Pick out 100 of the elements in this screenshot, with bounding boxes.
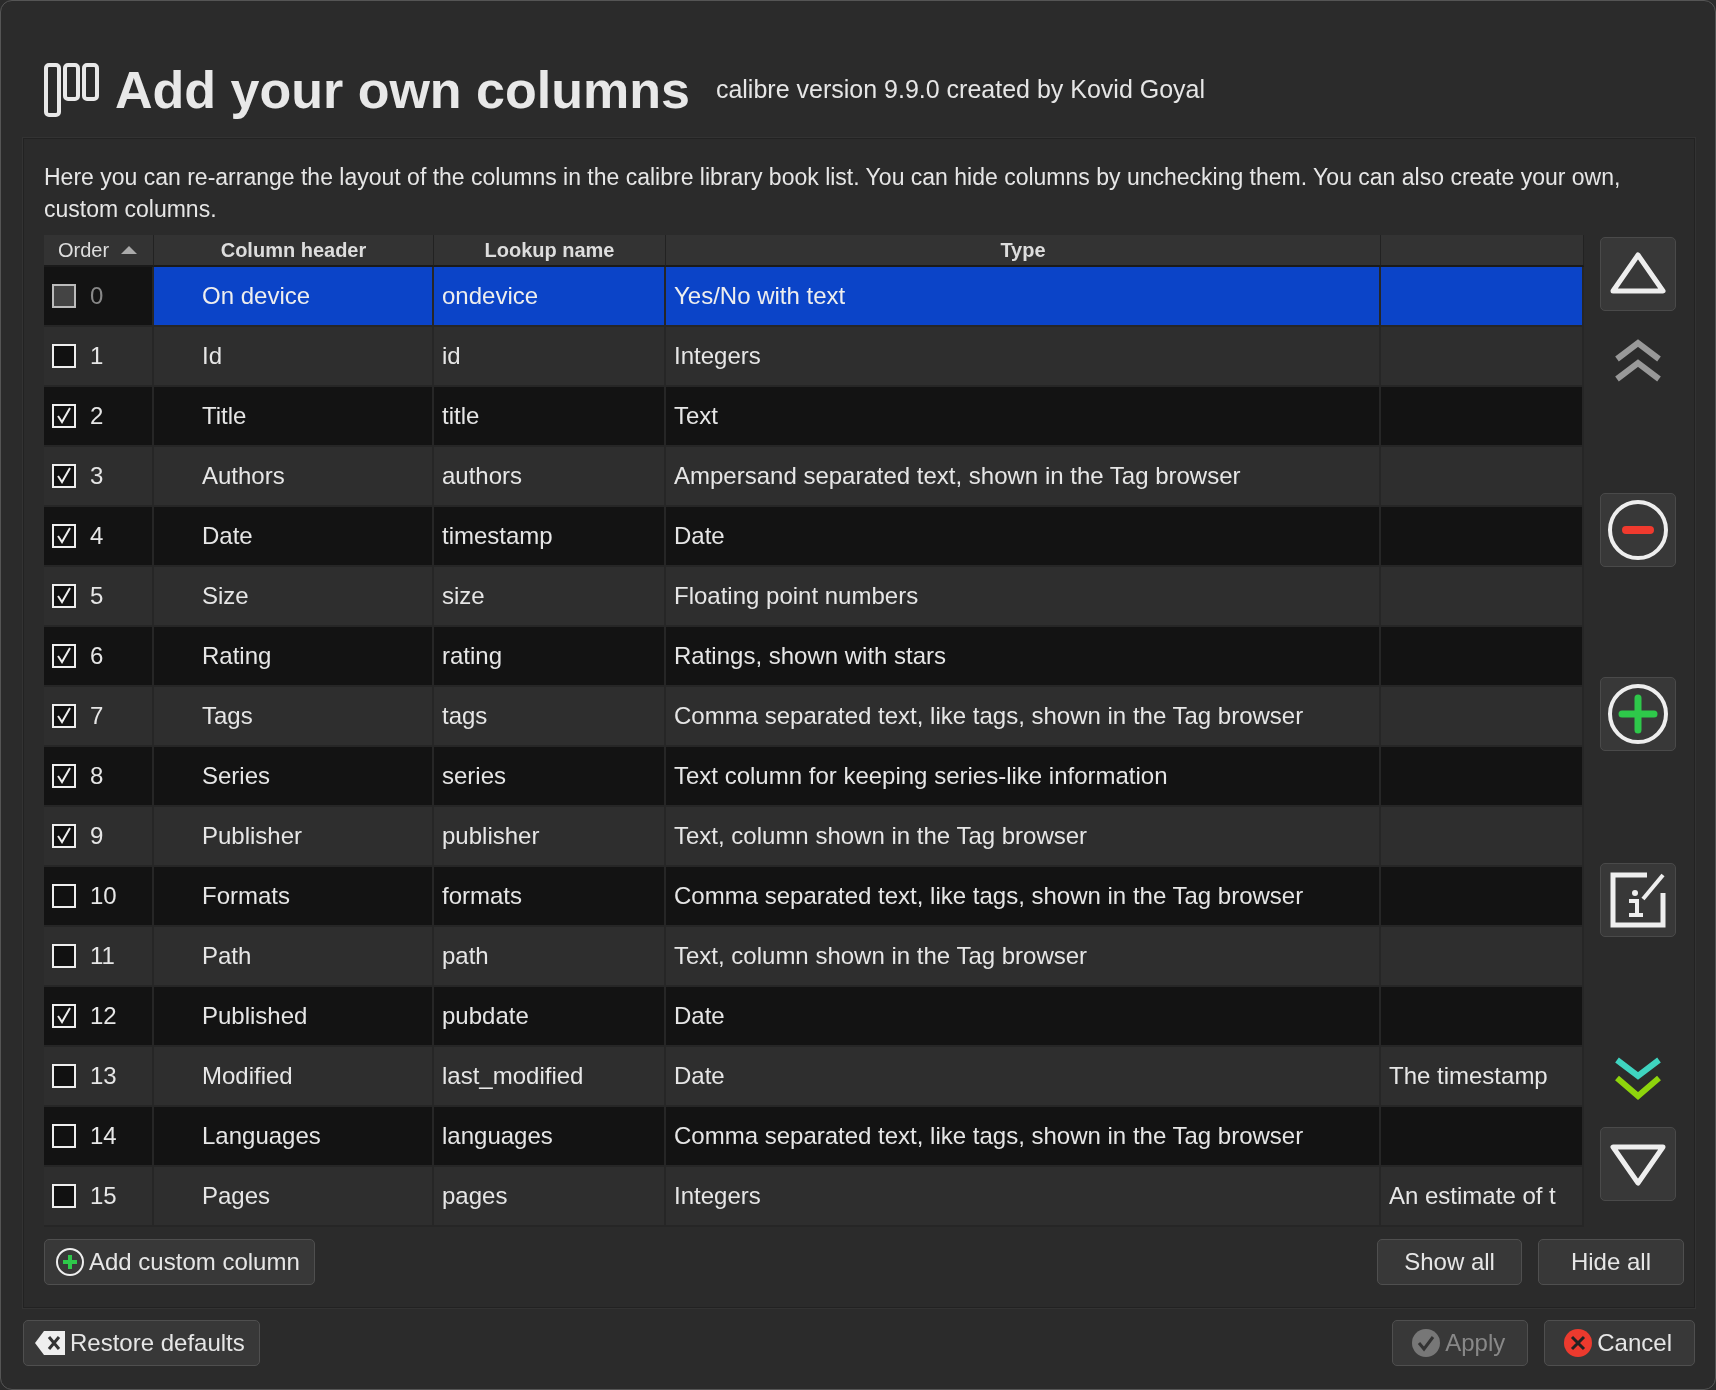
table-cell: Integers xyxy=(666,327,1381,387)
plus-icon xyxy=(55,1247,85,1277)
order-number: 10 xyxy=(90,881,117,911)
checkbox[interactable] xyxy=(52,1004,76,1028)
column-header[interactable]: Column header xyxy=(154,235,434,267)
order-number: 1 xyxy=(90,341,104,371)
table-cell: Publisher xyxy=(154,807,434,867)
table-cell: series xyxy=(434,747,666,807)
table-cell: The timestamp xyxy=(1381,1047,1584,1107)
table-cell: Modified xyxy=(154,1047,434,1107)
column-header[interactable]: Lookup name xyxy=(434,235,666,267)
checkbox[interactable] xyxy=(52,1064,76,1088)
remove-button[interactable] xyxy=(1600,493,1676,567)
table-cell: Text, column shown in the Tag browser xyxy=(666,927,1381,987)
table-cell: languages xyxy=(434,1107,666,1167)
order-number: 11 xyxy=(90,941,115,971)
show-all-button[interactable]: Show all xyxy=(1377,1239,1522,1285)
table-cell: ondevice xyxy=(434,267,666,327)
checkbox[interactable] xyxy=(52,404,76,428)
checkbox[interactable] xyxy=(52,1184,76,1208)
table-cell: title xyxy=(434,387,666,447)
order-number: 12 xyxy=(90,1001,117,1031)
add-button[interactable] xyxy=(1600,677,1676,751)
order-number: 14 xyxy=(90,1121,117,1151)
table-cell: formats xyxy=(434,867,666,927)
columns-icon xyxy=(43,61,101,118)
table-cell: Title xyxy=(154,387,434,447)
table-cell: On device xyxy=(154,267,434,327)
move-down-button[interactable] xyxy=(1600,1127,1676,1201)
table-cell: size xyxy=(434,567,666,627)
order-number: 8 xyxy=(90,761,104,791)
table-cell: Authors xyxy=(154,447,434,507)
checkbox[interactable] xyxy=(52,464,76,488)
table-cell: Date xyxy=(154,507,434,567)
table-cell: rating xyxy=(434,627,666,687)
checkbox[interactable] xyxy=(52,704,76,728)
check-icon xyxy=(1411,1328,1442,1358)
table-cell: Path xyxy=(154,927,434,987)
restore-defaults-button[interactable]: Restore defaults xyxy=(23,1320,260,1366)
table-cell: Languages xyxy=(154,1107,434,1167)
table-cell: pubdate xyxy=(434,987,666,1047)
checkbox[interactable] xyxy=(52,824,76,848)
table-cell: Integers xyxy=(666,1167,1381,1227)
order-number: 13 xyxy=(90,1061,117,1091)
table-cell: Yes/No with text xyxy=(666,267,1381,327)
table-cell: Text, column shown in the Tag browser xyxy=(666,807,1381,867)
hide-all-button[interactable]: Hide all xyxy=(1537,1239,1684,1285)
checkbox[interactable] xyxy=(52,884,76,908)
move-up-button[interactable] xyxy=(1600,237,1676,311)
column-header[interactable]: Order xyxy=(44,235,154,267)
order-number: 7 xyxy=(90,701,104,731)
table-cell: Text xyxy=(666,387,1381,447)
table-cell: Size xyxy=(154,567,434,627)
order-number: 15 xyxy=(90,1181,117,1211)
checkbox[interactable] xyxy=(52,524,76,548)
table-cell: Ratings, shown with stars xyxy=(666,627,1381,687)
table-cell: Comma separated text, like tags, shown in the Tag browser xyxy=(666,867,1381,927)
close-icon xyxy=(1563,1328,1594,1358)
table-cell: An estimate of t xyxy=(1381,1167,1584,1227)
table-cell: Floating point numbers xyxy=(666,567,1381,627)
table-cell: authors xyxy=(434,447,666,507)
table-cell: Ampersand separated text, shown in the Tag browser xyxy=(666,447,1381,507)
description-text: Here you can re-arrange the layout of the columns in the calibre library book list. You can hide columns by unchecking them. You can also create your own, custom columns. xyxy=(44,163,1622,224)
table-cell: Rating xyxy=(154,627,434,687)
table-cell: Series xyxy=(154,747,434,807)
table-cell: Tags xyxy=(154,687,434,747)
table-cell: Text column for keeping series-like information xyxy=(666,747,1381,807)
backspace-icon xyxy=(34,1330,66,1356)
sort-arrow-icon xyxy=(121,245,138,254)
order-number: 2 xyxy=(90,401,104,431)
cancel-button[interactable]: Cancel xyxy=(1544,1320,1695,1366)
order-number: 0 xyxy=(90,281,104,311)
order-number: 6 xyxy=(90,641,104,671)
order-number: 9 xyxy=(90,821,104,851)
table-cell: Date xyxy=(666,507,1381,567)
column-header[interactable]: Type xyxy=(666,235,1381,267)
table-cell: Pages xyxy=(154,1167,434,1227)
order-number: 4 xyxy=(90,521,104,551)
order-number: 3 xyxy=(90,461,104,491)
edit-info-button[interactable] xyxy=(1600,863,1676,937)
table-cell: Id xyxy=(154,327,434,387)
checkbox[interactable] xyxy=(52,644,76,668)
table-cell: id xyxy=(434,327,666,387)
table-cell: tags xyxy=(434,687,666,747)
order-number: 5 xyxy=(90,581,104,611)
table-cell: Comma separated text, like tags, shown in the Tag browser xyxy=(666,1107,1381,1167)
table-cell: Formats xyxy=(154,867,434,927)
table-cell: Date xyxy=(666,1047,1381,1107)
add-custom-column-button[interactable]: Add custom column xyxy=(44,1239,315,1285)
table-cell: Published xyxy=(154,987,434,1047)
table-cell: timestamp xyxy=(434,507,666,567)
checkbox[interactable] xyxy=(52,344,76,368)
checkbox[interactable] xyxy=(52,1124,76,1148)
table-cell: publisher xyxy=(434,807,666,867)
table-cell: Comma separated text, like tags, shown in the Tag browser xyxy=(666,687,1381,747)
checkbox[interactable] xyxy=(52,584,76,608)
checkbox[interactable] xyxy=(52,944,76,968)
table-cell: Date xyxy=(666,987,1381,1047)
checkbox[interactable] xyxy=(52,764,76,788)
table-cell: path xyxy=(434,927,666,987)
